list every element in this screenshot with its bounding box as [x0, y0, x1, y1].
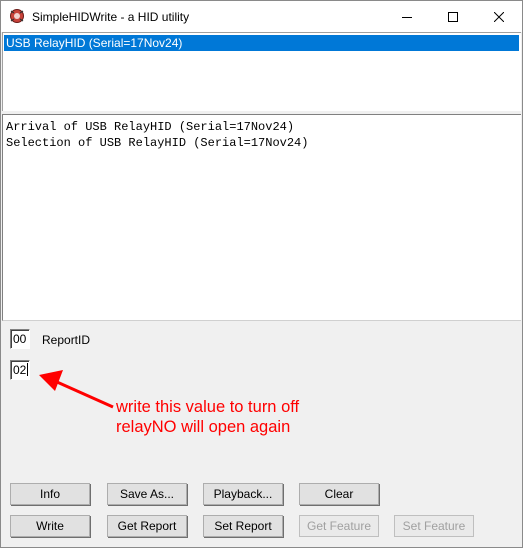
app-icon [9, 8, 25, 24]
info-button[interactable]: Info [10, 483, 90, 505]
report-id-value: 00 [13, 332, 27, 346]
report-id-label: ReportID [42, 333, 91, 347]
app-window: SimpleHIDWrite - a HID utility USB Relay… [0, 0, 523, 548]
annotation-arrow-icon [33, 366, 118, 414]
device-list-item[interactable]: USB RelayHID (Serial=17Nov24) [4, 35, 519, 51]
get-report-button[interactable]: Get Report [107, 515, 187, 537]
maximize-button[interactable] [430, 1, 476, 32]
device-list[interactable]: USB RelayHID (Serial=17Nov24) [2, 32, 521, 111]
close-icon [494, 11, 504, 22]
set-report-button[interactable]: Set Report [203, 515, 283, 537]
report-data-value: 02 [13, 363, 27, 377]
annotation-line-1: write this value to turn off [116, 398, 300, 416]
save-as-button[interactable]: Save As... [107, 483, 187, 505]
maximize-icon [448, 11, 458, 22]
title-bar[interactable]: SimpleHIDWrite - a HID utility [1, 1, 522, 32]
set-feature-button[interactable]: Set Feature [394, 515, 474, 537]
minimize-button[interactable] [384, 1, 430, 32]
log-area[interactable]: Arrival of USB RelayHID (Serial=17Nov24)… [2, 114, 521, 321]
log-line: Selection of USB RelayHID (Serial=17Nov2… [6, 136, 309, 150]
annotation-text: write this value to turn off relayNO wil… [116, 397, 299, 437]
clear-button[interactable]: Clear [299, 483, 379, 505]
close-button[interactable] [476, 1, 522, 32]
annotation-line-2: relayNO will open again [116, 418, 291, 436]
report-data-input[interactable]: 02 [10, 360, 30, 380]
report-id-input[interactable]: 00 [10, 329, 30, 349]
write-button[interactable]: Write [10, 515, 90, 537]
window-title: SimpleHIDWrite - a HID utility [32, 10, 190, 24]
minimize-icon [402, 12, 412, 22]
text-caret [27, 363, 29, 376]
playback-button[interactable]: Playback... [203, 483, 283, 505]
log-line: Arrival of USB RelayHID (Serial=17Nov24) [6, 120, 295, 134]
get-feature-button[interactable]: Get Feature [299, 515, 379, 537]
